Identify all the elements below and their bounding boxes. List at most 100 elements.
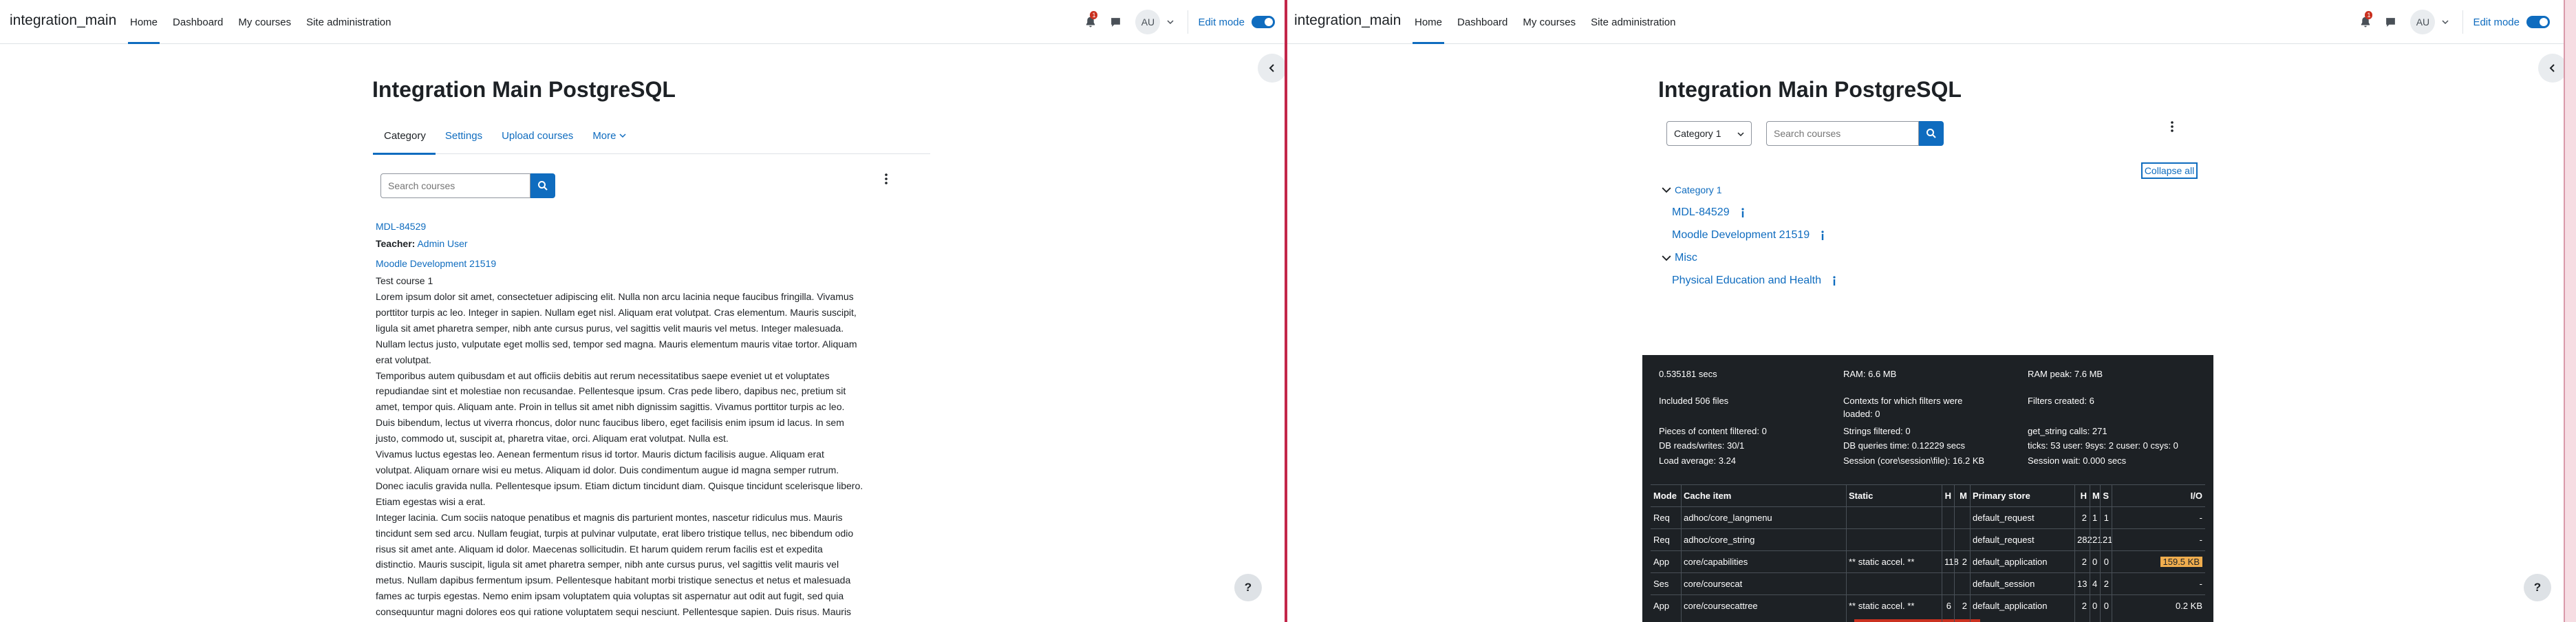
chevron-down-icon[interactable]	[2440, 17, 2450, 27]
cache-cell: 0	[2092, 557, 2098, 567]
nav-my-courses[interactable]: My courses	[230, 0, 299, 44]
notifications-bell-icon[interactable]: 1	[2358, 11, 2373, 30]
summary-line: distinctio. Mauris suscipit, ligula sit …	[376, 559, 839, 570]
perf-db-rw: DB reads/writes: 30/1	[1659, 440, 1745, 451]
tree-category-label[interactable]: Category 1	[1675, 184, 1721, 195]
info-icon[interactable]	[1738, 208, 1748, 217]
summary-line: justo, commodo ut, suscipit at, pharetra…	[376, 433, 729, 444]
search-input[interactable]	[380, 173, 530, 198]
tab-settings[interactable]: Settings	[436, 117, 492, 154]
primary-nav: Home Dashboard My courses Site administr…	[122, 0, 399, 44]
info-icon[interactable]	[1818, 230, 1827, 240]
tree-category-1[interactable]: Category 1	[1662, 184, 1721, 195]
perf-load: Load average: 3.24	[1659, 455, 1737, 466]
cache-table-gridline	[2074, 484, 2075, 622]
cache-column-header: H	[2080, 491, 2087, 501]
cache-row-indicator	[1854, 619, 1980, 622]
tree-course-link[interactable]: MDL-84529	[1672, 206, 1730, 219]
right-browser-pane: integration_main Home Dashboard My cours…	[1287, 0, 2576, 622]
perf-session-wait: Session wait: 0.000 secs	[2028, 455, 2127, 466]
summary-line: ligula sit amet pharetra semper, nibh an…	[376, 322, 844, 334]
tree-category-label[interactable]: Misc	[1675, 252, 1697, 264]
cache-cell: 2	[2081, 557, 2087, 567]
perf-filters-created: Filters created: 6	[2028, 396, 2094, 406]
collapse-all-link[interactable]: Collapse all	[2141, 162, 2198, 179]
open-drawer-button[interactable]	[2538, 54, 2567, 83]
tree-category-misc[interactable]: Misc	[1662, 252, 1697, 264]
io-size-highlight: 159.5 KB	[2160, 557, 2202, 567]
actions-menu-kebab-icon[interactable]	[879, 171, 893, 187]
cache-cell: 1	[2103, 513, 2109, 523]
performance-footer: 0.535181 secs RAM: 6.6 MB RAM peak: 7.6 …	[1642, 355, 2213, 622]
site-brand[interactable]: integration_main	[10, 12, 116, 29]
course-search	[380, 173, 555, 198]
cache-column-header: Primary store	[1973, 491, 2030, 501]
tab-more[interactable]: More	[583, 117, 635, 154]
cache-table-gridline	[1954, 484, 1955, 622]
notifications-bell-icon[interactable]: 1	[1083, 11, 1098, 30]
summary-line: erat volutpat.	[376, 354, 431, 365]
page-title: Integration Main PostgreSQL	[1658, 77, 1962, 102]
user-avatar[interactable]: AU	[1135, 10, 1161, 34]
course-link-mdl-84529[interactable]: MDL-84529	[376, 221, 426, 232]
chevron-down-icon[interactable]	[1166, 17, 1175, 27]
cache-cell	[1944, 507, 1951, 529]
category-select[interactable]: Category 1	[1666, 121, 1752, 146]
cache-cell: 118	[1944, 557, 1959, 567]
cache-cell	[1957, 573, 1967, 595]
search-button[interactable]	[1919, 121, 1944, 146]
cache-cell: default_request	[1973, 535, 2035, 545]
cache-cell: -	[2199, 535, 2202, 545]
user-avatar[interactable]: AU	[2410, 10, 2436, 34]
search-button[interactable]	[530, 173, 555, 198]
teacher-link[interactable]: Admin User	[417, 238, 467, 249]
cache-cell: App	[1653, 601, 1670, 611]
messages-chat-icon[interactable]	[2383, 14, 2398, 30]
cache-cell	[1944, 529, 1951, 551]
course-link-moodle-development[interactable]: Moodle Development 21519	[376, 258, 496, 269]
site-brand[interactable]: integration_main	[1294, 12, 1401, 29]
cache-cell: 1	[2092, 513, 2098, 523]
tab-upload-courses[interactable]: Upload courses	[492, 117, 583, 154]
summary-line: Etiam egestas wisi a erat.	[376, 495, 486, 507]
nav-site-administration[interactable]: Site administration	[299, 0, 398, 44]
primary-nav: Home Dashboard My courses Site administr…	[1407, 0, 1684, 44]
edit-mode-toggle[interactable]	[2526, 16, 2550, 28]
nav-home[interactable]: Home	[122, 0, 165, 44]
secondary-nav-tabs: Category Settings Upload courses More	[373, 117, 930, 155]
cache-table-row: Req adhoc/core_langmenu default_request 2 1 1…	[1651, 506, 2205, 528]
help-button[interactable]: ?	[2524, 574, 2551, 601]
search-input[interactable]	[1766, 121, 1919, 146]
perf-db-time: DB queries time: 0.12229 secs	[1843, 440, 1966, 451]
navbar-user-area: 1 AU Edit mode	[1083, 0, 1275, 44]
nav-home[interactable]: Home	[1407, 0, 1450, 44]
search-icon	[538, 181, 548, 191]
cache-cell: default_application	[1973, 557, 2048, 567]
window-edge	[2564, 0, 2576, 622]
tree-course-link[interactable]: Moodle Development 21519	[1672, 229, 1810, 242]
tree-course-link[interactable]: Physical Education and Health	[1672, 275, 1821, 287]
open-drawer-button[interactable]	[1258, 54, 1285, 83]
cache-cell: 0.2 KB	[2175, 601, 2202, 611]
actions-menu-kebab-icon[interactable]	[2165, 118, 2179, 135]
edit-mode-toggle[interactable]	[1252, 16, 1275, 28]
summary-line: Integer lacinia. Cum sociis natoque pena…	[376, 511, 843, 523]
help-button[interactable]: ?	[1234, 574, 1262, 601]
cache-table-gridline	[1970, 484, 1971, 622]
summary-line: Lorem ipsum dolor sit amet, consectetuer…	[376, 291, 854, 302]
nav-my-courses[interactable]: My courses	[1515, 0, 1583, 44]
cache-cell: App	[1653, 557, 1670, 567]
cache-cell: 2	[1962, 557, 1967, 567]
messages-chat-icon[interactable]	[1108, 14, 1123, 30]
cache-table-row: Req adhoc/core_string default_request 282 21…	[1651, 528, 2205, 550]
cache-column-header: Mode	[1653, 491, 1677, 501]
nav-dashboard[interactable]: Dashboard	[165, 0, 230, 44]
info-icon[interactable]	[1829, 276, 1839, 286]
cache-cell: 6	[1946, 601, 1951, 611]
tab-category[interactable]: Category	[373, 117, 436, 155]
nav-site-administration[interactable]: Site administration	[1583, 0, 1683, 44]
cache-cell: 2	[2103, 579, 2109, 589]
nav-dashboard[interactable]: Dashboard	[1450, 0, 1515, 44]
cache-column-header: S	[2103, 491, 2109, 501]
cache-table-row: App core/capabilities ** static accel. ** 1…	[1651, 550, 2205, 572]
